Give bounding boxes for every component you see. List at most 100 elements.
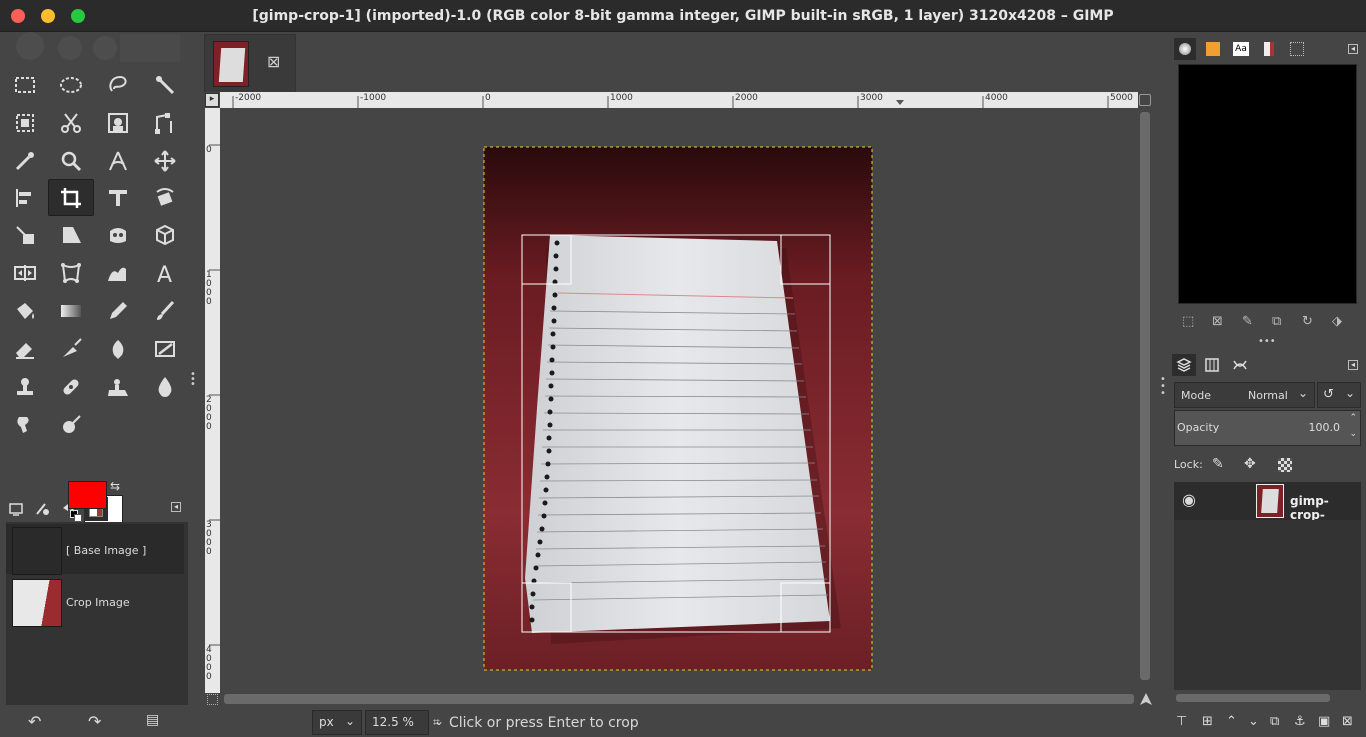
duplicate-icon[interactable]: ⧉ [1272, 314, 1281, 329]
move-tool-button[interactable] [142, 142, 188, 179]
brush-preview[interactable] [1178, 64, 1357, 304]
horizontal-ruler[interactable]: -2000 -1000 0 1000 2000 3000 4000 5000 [220, 92, 1138, 108]
layer-row[interactable]: ◉ gimp-crop- [1174, 482, 1361, 522]
tab-layers[interactable] [1172, 354, 1196, 376]
shear-tool-button[interactable] [2, 216, 48, 253]
edit-icon[interactable]: ✎ [1242, 314, 1253, 329]
new-layer-icon[interactable]: ⊤ [1176, 714, 1187, 729]
tab-device-status[interactable] [30, 497, 54, 521]
stepper-down-icon[interactable]: ⌄ [1349, 429, 1357, 439]
dock-menu-icon[interactable]: ◂ [1348, 360, 1358, 370]
canvas-image[interactable] [220, 108, 1137, 692]
image-tab-gimp-crop-1[interactable]: ⊠ [204, 34, 296, 92]
vertical-ruler[interactable]: 0 1000 2000 3000 4000 [205, 108, 220, 693]
tab-brushes[interactable] [1174, 38, 1196, 60]
align-tool-button[interactable] [2, 179, 48, 216]
opacity-slider[interactable]: Opacity 100.0 ⌃ ⌄ [1174, 410, 1361, 446]
tab-patterns[interactable] [1202, 38, 1224, 60]
scissors-select-tool-button[interactable] [48, 104, 94, 141]
dock-resize-handle[interactable]: • • • [1160, 375, 1166, 402]
raise-layer-icon[interactable]: ⌃ [1226, 714, 1237, 729]
pencil-tool-button[interactable] [95, 292, 141, 329]
paths-tool-button[interactable] [142, 104, 188, 141]
rotate-tool-button[interactable] [142, 179, 188, 216]
tab-fonts[interactable]: Aa [1230, 38, 1252, 60]
toolbox-resize-handle[interactable]: • • • [190, 370, 196, 402]
flip-tool-button[interactable] [2, 254, 48, 291]
heal-tool-button[interactable] [48, 368, 94, 405]
fuzzy-select-tool-button[interactable] [142, 66, 188, 103]
panel-drag-handle[interactable]: ••• [1258, 336, 1276, 347]
gradient-tool-button[interactable] [48, 292, 94, 329]
redo-button[interactable]: ↷ [88, 712, 101, 731]
color-picker-tool-button[interactable] [2, 142, 48, 179]
open-as-image-icon[interactable]: ⬗ [1332, 314, 1342, 329]
blur-tool-button[interactable] [142, 368, 188, 405]
toggle-quickmask-icon[interactable] [207, 694, 218, 705]
ink-tool-button[interactable] [95, 330, 141, 367]
ellipse-select-tool-button[interactable] [48, 66, 94, 103]
text-tool-button[interactable]: A [142, 254, 188, 291]
refresh-icon[interactable]: ↻ [1302, 314, 1313, 329]
anchor-layer-icon[interactable]: ⚓ [1294, 714, 1306, 729]
airbrush-tool-button[interactable] [48, 330, 94, 367]
dock-menu-icon[interactable]: ◂ [171, 502, 181, 512]
eye-visibility-icon[interactable]: ◉ [1182, 490, 1196, 509]
measure-tool-button[interactable] [95, 142, 141, 179]
select-icon[interactable]: ⬚ [1182, 314, 1194, 329]
layer-composite-select[interactable]: ↺ ⌄ [1317, 382, 1361, 408]
navigate-icon[interactable] [1139, 692, 1153, 706]
stepper-up-icon[interactable]: ⌃ [1349, 413, 1357, 423]
clone-tool-button[interactable] [2, 368, 48, 405]
quick-mask-corner[interactable]: ▸ [205, 93, 219, 107]
vertical-scrollbar-thumb[interactable] [1140, 112, 1150, 680]
layers-hscrollbar-thumb[interactable] [1176, 694, 1330, 702]
by-color-select-tool-button[interactable] [2, 104, 48, 141]
lock-alpha-icon[interactable] [1278, 458, 1292, 472]
image-viewport[interactable] [220, 108, 1137, 692]
undo-button[interactable]: ↶ [28, 712, 41, 731]
zoom-select[interactable]: 12.5 % ⌄ [365, 710, 444, 735]
new-group-icon[interactable]: ⊞ [1202, 714, 1213, 729]
lock-position-icon[interactable]: ✥ [1244, 456, 1256, 472]
perspective-clone-tool-button[interactable] [95, 368, 141, 405]
free-select-tool-button[interactable] [95, 66, 141, 103]
perspective-tool-button[interactable] [48, 216, 94, 253]
unified-transform-tool-button[interactable] [95, 179, 141, 216]
delete-layer-icon[interactable]: ⊠ [1342, 714, 1353, 729]
zoom-tool-button[interactable] [48, 142, 94, 179]
undo-item-base[interactable]: [ Base Image ] [6, 524, 184, 575]
rect-select-tool-button[interactable] [2, 66, 48, 103]
clear-history-button[interactable]: ▤ [146, 712, 159, 728]
tab-paths[interactable] [1228, 354, 1252, 376]
3d-transform-tool-button[interactable] [142, 216, 188, 253]
duplicate-layer-icon[interactable]: ⧉ [1270, 714, 1279, 729]
undo-item-crop[interactable]: Crop Image [6, 576, 184, 627]
cage-tool-button[interactable] [95, 216, 141, 253]
vertical-scrollbar[interactable] [1138, 108, 1152, 692]
foreground-select-tool-button[interactable] [95, 104, 141, 141]
handle-transform-tool-button[interactable] [48, 254, 94, 291]
mypaint-brush-tool-button[interactable] [142, 330, 188, 367]
tab-tool-options[interactable] [4, 497, 28, 521]
horizontal-scrollbar[interactable] [220, 692, 1137, 706]
foreground-color-swatch[interactable] [68, 481, 107, 509]
bucket-fill-tool-button[interactable] [2, 292, 48, 329]
mask-layer-icon[interactable]: ▣ [1318, 714, 1330, 729]
zoom-corner-icon[interactable] [1139, 94, 1151, 106]
horizontal-scrollbar-thumb[interactable] [224, 694, 1134, 704]
crop-tool-button[interactable] [48, 179, 94, 216]
delete-icon[interactable]: ⊠ [1212, 314, 1223, 329]
lock-pixels-icon[interactable]: ✎ [1212, 456, 1224, 472]
lower-layer-icon[interactable]: ⌄ [1248, 714, 1259, 729]
swap-colors-icon[interactable]: ⇆ [110, 479, 120, 493]
tab-images-right[interactable] [1286, 38, 1308, 60]
eraser-tool-button[interactable] [2, 330, 48, 367]
dock-menu-icon[interactable]: ◂ [1348, 44, 1358, 54]
layer-mode-select[interactable]: Mode Normal ⌄ [1174, 382, 1315, 408]
dodge-burn-tool-button[interactable] [48, 406, 94, 443]
layers-hscrollbar[interactable] [1174, 692, 1361, 704]
image-tab-close-icon[interactable]: ⊠ [267, 52, 280, 71]
tab-channels[interactable] [1200, 354, 1224, 376]
smudge-tool-button[interactable] [2, 406, 48, 443]
